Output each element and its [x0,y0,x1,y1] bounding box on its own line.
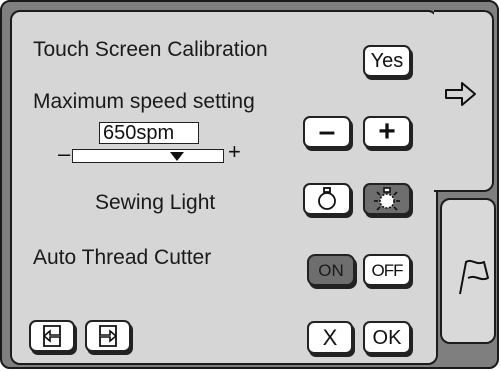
max-speed-label: Maximum speed setting [33,90,255,113]
slider-plus-sign: + [228,139,241,164]
sewing-light-off-button[interactable] [303,183,351,215]
calibration-yes-label: Yes [370,50,404,72]
auto-thread-label: Auto Thread Cutter [33,246,212,269]
thread-cutter-off-label: OFF [371,260,404,280]
calibration-label: Touch Screen Calibration [33,38,268,61]
ok-button[interactable]: OK [363,321,411,354]
speed-slider-thumb[interactable] [169,152,184,161]
calibration-yes-button[interactable]: Yes [363,45,411,77]
speed-value-display: 650spm [99,122,199,144]
cancel-button[interactable]: X [307,321,353,354]
thread-cutter-on-label: ON [318,260,344,280]
slider-minus-sign: – [58,141,71,166]
touch-screen: Touch Screen Calibration Yes Maximum spe… [0,0,499,369]
page-forward-button[interactable] [85,320,131,352]
cancel-label: X [322,324,338,350]
bulb-on-icon [374,187,400,211]
speed-decrease-button[interactable]: – [303,116,351,148]
page-forward-icon [99,325,118,347]
flag-icon [459,259,489,295]
speed-decrease-label: – [318,115,336,148]
page-back-button[interactable] [29,320,75,352]
speed-slider-track[interactable] [72,149,224,163]
bulb-off-icon [318,187,336,210]
speed-increase-label: + [378,115,396,148]
thread-cutter-on-button[interactable]: ON [307,254,355,286]
tab-flag[interactable] [440,198,496,344]
speed-increase-button[interactable]: + [363,116,411,148]
ok-label: OK [372,326,402,349]
arrow-right-icon [445,82,476,106]
thread-cutter-off-button[interactable]: OFF [363,254,411,286]
sewing-light-on-button[interactable] [363,183,411,215]
sewing-light-label: Sewing Light [95,191,216,214]
tab-next[interactable] [434,10,494,192]
page-back-icon [42,325,61,347]
